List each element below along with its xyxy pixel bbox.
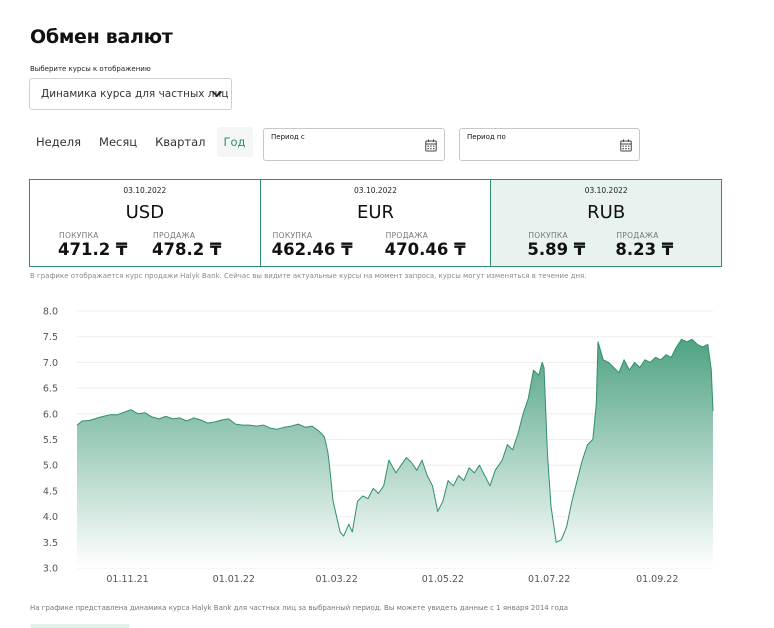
y-tick-label: 7.5: [43, 332, 58, 343]
y-tick-label: 6.0: [43, 409, 58, 420]
series-area: [77, 339, 713, 568]
y-tick-label: 8.0: [43, 307, 58, 318]
rate-dynamics-chart: 8.0 7.5 7.0 6.5 6.0 5.5 5.0 4.5 4.0 3.5 3.0 01.11.…: [43, 307, 714, 585]
tab-week[interactable]: Неделя: [29, 127, 88, 157]
x-tick-label: 01.01.22: [213, 574, 255, 585]
rate-date: 03.10.2022: [584, 186, 628, 195]
y-tick-label: 6.5: [43, 384, 58, 395]
x-tick-label: 01.03.22: [315, 574, 357, 585]
buy-value: 471.2 ₸: [58, 240, 128, 259]
tab-month[interactable]: Месяц: [92, 127, 144, 157]
buy-value: 5.89 ₸: [527, 240, 586, 259]
y-tick-label: 3.0: [43, 564, 58, 575]
sell-label: ПРОДАЖА: [385, 231, 429, 240]
y-tick-label: 3.5: [43, 538, 58, 549]
page-title: Обмен валют: [30, 26, 173, 48]
currency-code: USD: [125, 202, 165, 223]
chart-note: На графике представлена динамика курса H…: [30, 604, 569, 612]
sell-value: 478.2 ₸: [152, 240, 222, 259]
buy-label: ПОКУПКА: [59, 231, 99, 240]
calendar-icon[interactable]: [620, 139, 632, 152]
rate-date: 03.10.2022: [123, 186, 167, 195]
rate-card-usd[interactable]: 03.10.2022 USD ПОКУПКА 471.2 ₸ ПРОДАЖА 4…: [30, 180, 261, 266]
rates-note: В графике отображается курс продажи Haly…: [30, 272, 587, 280]
y-tick-label: 5.0: [43, 461, 58, 472]
y-tick-label: 5.5: [43, 435, 58, 446]
y-tick-label: 4.5: [43, 486, 58, 497]
rate-type-select[interactable]: Динамика курса для частных лиц: [29, 78, 232, 110]
rates-panel: 03.10.2022 USD ПОКУПКА 471.2 ₸ ПРОДАЖА 4…: [29, 179, 722, 267]
rate-date: 03.10.2022: [354, 186, 397, 195]
sell-label: ПРОДАЖА: [616, 231, 659, 240]
period-tabs: Неделя Месяц Квартал Год: [29, 127, 257, 157]
sell-label: ПРОДАЖА: [153, 231, 196, 240]
currency-code: EUR: [356, 202, 395, 223]
period-from-field[interactable]: Период с: [263, 128, 445, 161]
buy-value: 462.46 ₸: [271, 240, 353, 259]
tab-year[interactable]: Год: [216, 127, 253, 157]
calendar-icon[interactable]: [425, 139, 437, 152]
y-tick-label: 7.0: [43, 358, 58, 369]
rate-card-eur[interactable]: 03.10.2022 EUR ПОКУПКА 462.46 ₸ ПРОДАЖА …: [261, 180, 492, 266]
x-tick-label: 01.05.22: [422, 574, 464, 585]
chevron-down-icon: [211, 90, 223, 98]
period-to-label: Период по: [467, 133, 506, 141]
select-value: Динамика курса для частных лиц: [41, 88, 229, 100]
sell-value: 8.23 ₸: [615, 240, 674, 259]
tab-quarter[interactable]: Квартал: [148, 127, 212, 157]
buy-label: ПОКУПКА: [528, 231, 568, 240]
x-tick-label: 01.09.22: [636, 574, 678, 585]
period-to-field[interactable]: Период по: [459, 128, 640, 161]
currency-code: RUB: [587, 202, 626, 223]
y-tick-label: 4.0: [43, 512, 58, 523]
x-tick-label: 01.11.21: [106, 574, 148, 585]
rate-card-rub[interactable]: 03.10.2022 RUB ПОКУПКА 5.89 ₸ ПРОДАЖА 8.…: [491, 180, 722, 266]
buy-label: ПОКУПКА: [272, 231, 313, 240]
bottom-button-edge[interactable]: [30, 624, 130, 628]
period-from-label: Период с: [271, 133, 305, 141]
select-label: Выберите курсы к отображению: [30, 65, 151, 73]
sell-value: 470.46 ₸: [384, 240, 466, 259]
x-tick-label: 01.07.22: [528, 574, 570, 585]
